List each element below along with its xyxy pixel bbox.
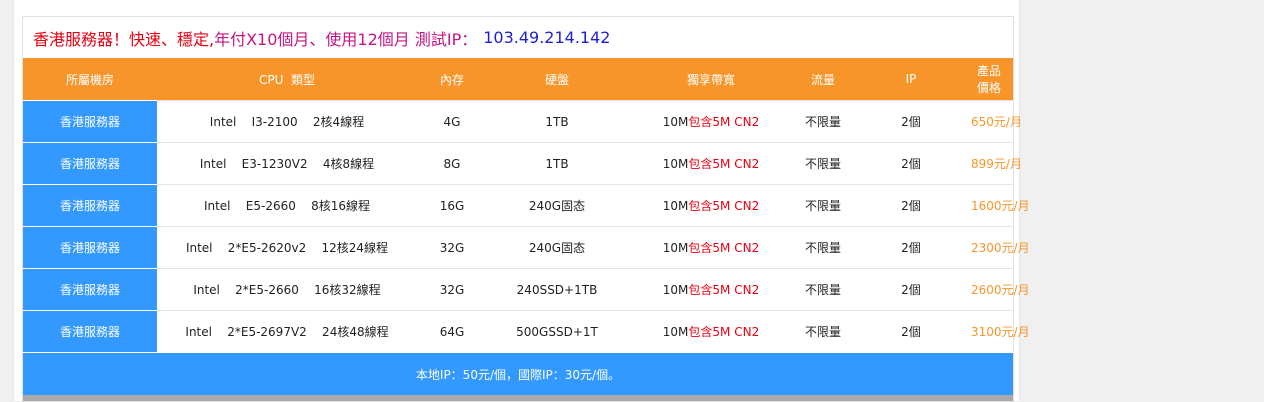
bandwidth-cell: 10M包含5M CN2 — [627, 226, 795, 269]
table-row: 香港服務器 Intel 2*E5-2697V2 24核48線程 64G 500G… — [23, 310, 1030, 352]
bandwidth-cell: 10M包含5M CN2 — [627, 142, 795, 185]
bandwidth-main: 10M — [662, 115, 689, 129]
ram-cell: 64G — [417, 310, 487, 352]
traffic-cell: 不限量 — [795, 268, 851, 311]
cpu-cell: Intel 2*E5-2697V2 24核48線程 — [157, 310, 417, 352]
bandwidth-main: 10M — [662, 157, 689, 171]
cpu-cell: Intel 2*E5-2660 16核32線程 — [157, 268, 417, 311]
room-cell: 香港服務器 — [23, 142, 157, 185]
table-row: 香港服務器 Intel 2*E5-2620v2 12核24線程 32G 240G… — [23, 226, 1030, 269]
price-cell: 899元/月 — [971, 142, 1022, 185]
room-cell: 香港服務器 — [23, 184, 157, 227]
bandwidth-cell: 10M包含5M CN2 — [627, 100, 795, 143]
bandwidth-cn2: 包含5M CN2 — [688, 241, 760, 255]
test-ip: 103.49.214.142 — [483, 28, 611, 47]
bandwidth-cn2: 包含5M CN2 — [688, 283, 760, 297]
cpu-cell: Intel I3-2100 2核4線程 — [157, 100, 417, 143]
table-row: 香港服務器 Intel 2*E5-2660 16核32線程 32G 240SSD… — [23, 268, 1030, 311]
ip-cell: 2個 — [851, 100, 971, 143]
price-cell: 3100元/月 — [971, 310, 1030, 352]
bandwidth-main: 10M — [662, 241, 689, 255]
pricing-panel: 香港服務器！快速、穩定, 年付X10個月、使用12個月 測試IP： 103.49… — [22, 16, 1030, 402]
pricing-table: 所屬機房 CPU 類型 內存 硬盤 獨享帶寬 流量 IP 產品價格 香港服務器 … — [23, 58, 1030, 352]
disk-cell: 1TB — [487, 142, 627, 185]
disk-cell: 240SSD+1TB — [487, 268, 627, 311]
bandwidth-main: 10M — [662, 325, 689, 339]
table-body: 香港服務器 Intel I3-2100 2核4線程 4G 1TB 10M包含5M… — [23, 100, 1030, 352]
table-row: 香港服務器 Intel E5-2660 8核16線程 16G 240G固态 10… — [23, 184, 1030, 227]
disk-cell: 240G固态 — [487, 226, 627, 269]
bandwidth-cn2: 包含5M CN2 — [688, 199, 760, 213]
traffic-cell: 不限量 — [795, 184, 851, 227]
price-cell: 2300元/月 — [971, 226, 1030, 269]
traffic-cell: 不限量 — [795, 226, 851, 269]
table-header-row: 所屬機房 CPU 類型 內存 硬盤 獨享帶寬 流量 IP 產品價格 — [23, 58, 1013, 101]
traffic-cell: 不限量 — [795, 100, 851, 143]
room-cell: 香港服務器 — [23, 226, 157, 269]
col-header-ram: 內存 — [417, 58, 487, 101]
ram-cell: 4G — [417, 100, 487, 143]
bandwidth-cell: 10M包含5M CN2 — [627, 268, 795, 311]
room-cell: 香港服務器 — [23, 100, 157, 143]
bandwidth-cn2: 包含5M CN2 — [688, 115, 760, 129]
ip-pricing-note: 本地IP：50元/個，國際IP：30元/個。 — [23, 352, 1013, 395]
disk-cell: 500GSSD+1T — [487, 310, 627, 352]
col-header-traffic: 流量 — [795, 58, 851, 101]
ram-cell: 32G — [417, 226, 487, 269]
cpu-cell: Intel 2*E5-2620v2 12核24線程 — [157, 226, 417, 269]
ip-cell: 2個 — [851, 142, 971, 185]
col-header-cpu: CPU 類型 — [157, 58, 417, 101]
bandwidth-cell: 10M包含5M CN2 — [627, 184, 795, 227]
col-header-bandwidth: 獨享帶寬 — [627, 58, 795, 101]
promo-title: 香港服務器！快速、穩定, 年付X10個月、使用12個月 測試IP： 103.49… — [23, 17, 1013, 58]
col-header-disk: 硬盤 — [487, 58, 627, 101]
price-cell: 650元/月 — [971, 100, 1022, 143]
promo-title-part1: 香港服務器！快速、穩定, — [33, 29, 215, 49]
bandwidth-main: 10M — [662, 199, 689, 213]
promo-title-part2: 年付X10個月、使用12個月 測試IP： — [214, 29, 478, 49]
bandwidth-main: 10M — [662, 283, 689, 297]
ram-cell: 8G — [417, 142, 487, 185]
traffic-cell: 不限量 — [795, 142, 851, 185]
ip-cell: 2個 — [851, 268, 971, 311]
col-header-price: 產品價格 — [971, 58, 1013, 101]
room-cell: 香港服務器 — [23, 310, 157, 352]
bandwidth-cell: 10M包含5M CN2 — [627, 310, 795, 352]
ip-cell: 2個 — [851, 226, 971, 269]
col-header-ip: IP — [851, 58, 971, 101]
table-row: 香港服務器 Intel I3-2100 2核4線程 4G 1TB 10M包含5M… — [23, 100, 1022, 143]
bandwidth-cn2: 包含5M CN2 — [688, 325, 760, 339]
disk-cell: 1TB — [487, 100, 627, 143]
bottom-strip — [23, 395, 1013, 401]
col-header-room: 所屬機房 — [23, 58, 157, 101]
table-row: 香港服務器 Intel E3-1230V2 4核8線程 8G 1TB 10M包含… — [23, 142, 1022, 185]
disk-cell: 240G固态 — [487, 184, 627, 227]
bandwidth-cn2: 包含5M CN2 — [688, 157, 760, 171]
ram-cell: 32G — [417, 268, 487, 311]
ip-cell: 2個 — [851, 310, 971, 352]
ram-cell: 16G — [417, 184, 487, 227]
ip-cell: 2個 — [851, 184, 971, 227]
room-cell: 香港服務器 — [23, 268, 157, 311]
cpu-cell: Intel E5-2660 8核16線程 — [157, 184, 417, 227]
traffic-cell: 不限量 — [795, 310, 851, 352]
price-cell: 1600元/月 — [971, 184, 1030, 227]
price-cell: 2600元/月 — [971, 268, 1030, 311]
cpu-cell: Intel E3-1230V2 4核8線程 — [157, 142, 417, 185]
